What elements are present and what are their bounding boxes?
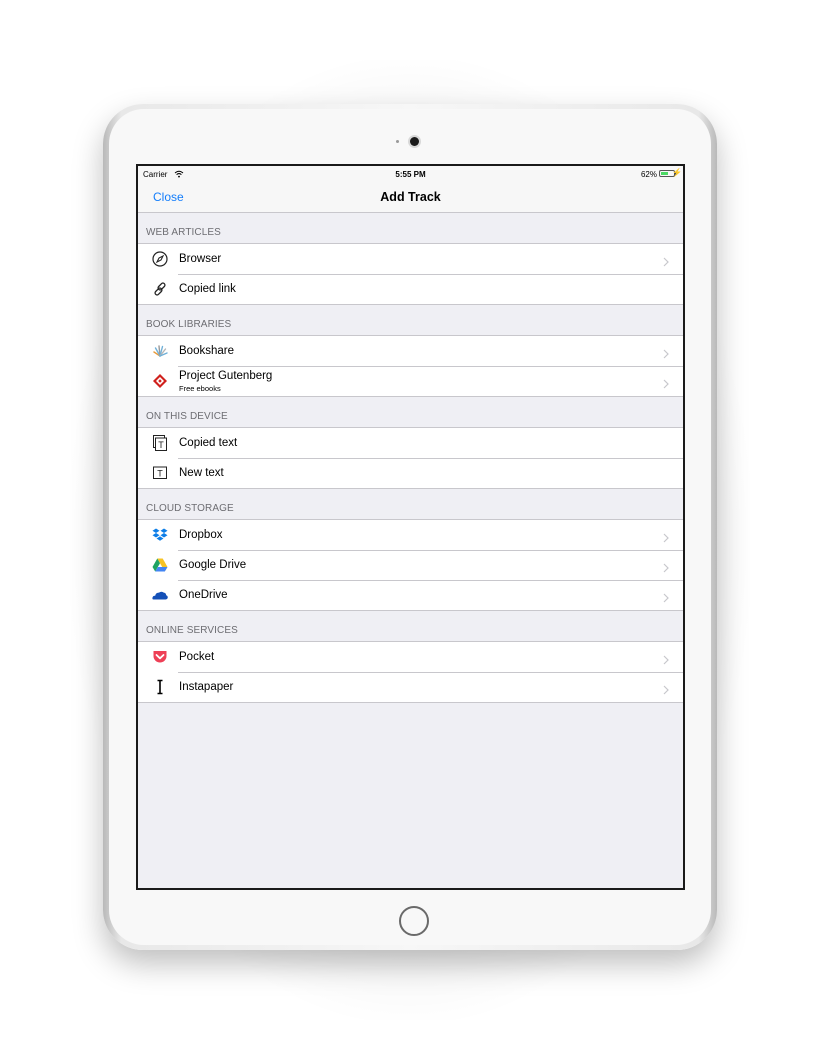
list-item-label: Google Drive <box>179 559 247 571</box>
list-item-label: Browser <box>179 253 222 265</box>
list-item-pocket[interactable]: Pocket <box>138 642 683 672</box>
section-group-book-libraries: Bookshare Project Gutenberg Free ebooks <box>138 335 683 397</box>
list-item-subtitle: Free ebooks <box>179 384 221 393</box>
list-item-label: New text <box>179 467 224 479</box>
chevron-right-icon <box>663 346 669 359</box>
list-item-dropbox[interactable]: Dropbox <box>138 520 683 550</box>
link-icon <box>152 281 168 297</box>
section-header-book-libraries: BOOK LIBRARIES <box>138 305 683 335</box>
section-header-label: BOOK LIBRARIES <box>146 319 232 330</box>
list-item-bookshare[interactable]: Bookshare <box>138 336 683 366</box>
svg-text:T: T <box>157 469 163 479</box>
chevron-right-icon <box>663 682 669 695</box>
section-group-online-services: Pocket Instapaper <box>138 641 683 703</box>
battery-percent: 62% <box>640 170 657 179</box>
list-item-label: OneDrive <box>179 589 228 601</box>
list-item-copied-text[interactable]: T Copied text <box>138 428 683 458</box>
sensor <box>396 140 399 143</box>
list-item-label: Project Gutenberg <box>179 370 273 382</box>
list-item-label: Copied text <box>179 437 238 449</box>
list-item-label: Pocket <box>179 651 215 663</box>
list-item-new-text[interactable]: T New text <box>138 458 683 488</box>
charging-bolt-icon: ⚡ <box>672 168 682 177</box>
section-header-web-articles: WEB ARTICLES <box>138 213 683 243</box>
section-header-online-services: ONLINE SERVICES <box>138 611 683 641</box>
navigation-area: Carrier 5:55 PM 62% ⚡ Close Add Track <box>138 166 683 213</box>
chevron-right-icon <box>663 590 669 603</box>
list-item-label: Instapaper <box>179 681 234 693</box>
google-drive-icon <box>152 557 168 573</box>
section-header-label: ONLINE SERVICES <box>146 625 238 636</box>
gutenberg-icon <box>152 373 168 389</box>
section-group-cloud-storage: Dropbox Google Drive OneDrive <box>138 519 683 611</box>
status-time: 5:55 PM <box>395 170 426 179</box>
page-title: Add Track <box>380 190 441 204</box>
chevron-right-icon <box>663 254 669 267</box>
list-item-instapaper[interactable]: Instapaper <box>138 672 683 702</box>
section-header-on-this-device: ON THIS DEVICE <box>138 397 683 427</box>
list-item-label: Dropbox <box>179 529 223 541</box>
list-item-google-drive[interactable]: Google Drive <box>138 550 683 580</box>
list-item-project-gutenberg[interactable]: Project Gutenberg Free ebooks <box>138 366 683 396</box>
svg-text:T: T <box>158 440 164 450</box>
compass-icon <box>152 251 168 267</box>
settings-table: WEB ARTICLES Browser Copied link BOOK LIBRA… <box>138 213 683 703</box>
home-button[interactable] <box>399 906 429 936</box>
pocket-icon <box>152 649 168 665</box>
screen: Carrier 5:55 PM 62% ⚡ Close Add Track WE… <box>136 164 685 890</box>
list-item-label: Bookshare <box>179 345 234 357</box>
status-bar: Carrier 5:55 PM 62% ⚡ <box>138 166 683 182</box>
list-item-browser[interactable]: Browser <box>138 244 683 274</box>
list-item-label: Copied link <box>179 283 236 295</box>
section-header-label: WEB ARTICLES <box>146 227 221 238</box>
chevron-right-icon <box>663 376 669 389</box>
front-camera <box>410 137 419 146</box>
bookshare-icon <box>152 343 168 359</box>
chevron-right-icon <box>663 652 669 665</box>
section-group-on-this-device: T Copied text T New text <box>138 427 683 489</box>
section-header-label: ON THIS DEVICE <box>146 411 228 422</box>
chevron-right-icon <box>663 560 669 573</box>
chevron-right-icon <box>663 530 669 543</box>
section-header-cloud-storage: CLOUD STORAGE <box>138 489 683 519</box>
dropbox-icon <box>152 527 168 543</box>
close-button[interactable]: Close <box>153 190 184 204</box>
list-item-copied-link[interactable]: Copied link <box>138 274 683 304</box>
section-group-web-articles: Browser Copied link <box>138 243 683 305</box>
list-item-onedrive[interactable]: OneDrive <box>138 580 683 610</box>
copied-text-icon: T <box>152 435 168 451</box>
section-header-label: CLOUD STORAGE <box>146 503 234 514</box>
new-text-icon: T <box>152 465 168 481</box>
battery-fill <box>661 172 669 175</box>
instapaper-icon <box>152 679 168 695</box>
onedrive-icon <box>152 587 168 603</box>
